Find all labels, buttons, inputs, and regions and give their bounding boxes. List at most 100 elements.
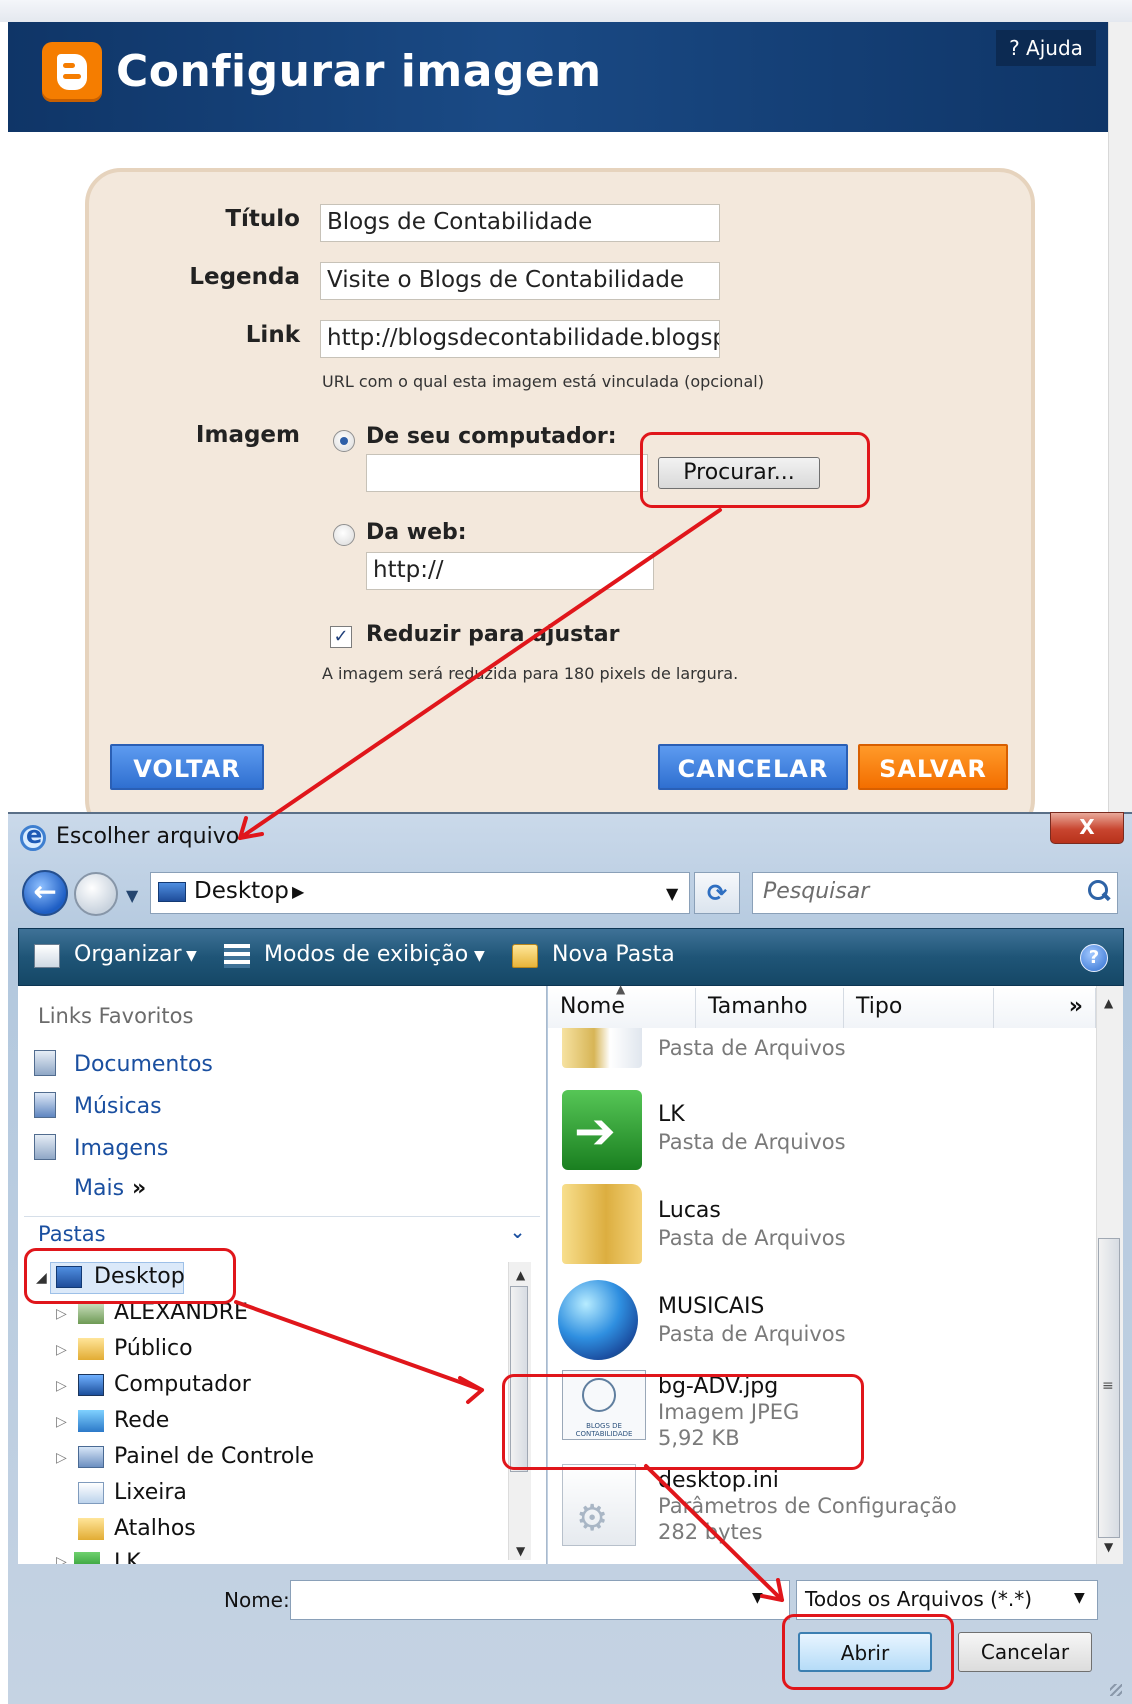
organize-menu[interactable]: Organizar — [74, 942, 182, 967]
annotation-box-desktop — [24, 1248, 236, 1304]
address-breadcrumb[interactable]: Desktop — [194, 878, 289, 904]
new-folder-icon — [512, 944, 538, 968]
views-menu[interactable]: Modos de exibição — [264, 942, 468, 967]
annotation-box-browse — [640, 432, 870, 508]
file-type: Pasta de Arquivos — [658, 1322, 846, 1346]
radio-from-web[interactable] — [333, 524, 355, 546]
double-chevron-icon[interactable]: » — [132, 1176, 146, 1201]
history-dropdown-icon[interactable]: ▼ — [126, 886, 138, 905]
option-web-label: Da web: — [366, 520, 467, 545]
pictures-icon — [34, 1134, 56, 1160]
arrow-right-icon: ➔ — [574, 1102, 616, 1160]
music-icon — [34, 1092, 56, 1118]
tree-expand-icon[interactable]: ▷ — [56, 1450, 67, 1466]
tree-expand-icon[interactable]: ▷ — [56, 1414, 67, 1430]
chevron-down-icon[interactable]: ⌄ — [510, 1222, 525, 1243]
save-button[interactable]: SALVAR — [858, 744, 1008, 790]
recycle-bin-icon — [78, 1482, 104, 1504]
gear-icon: ⚙ — [576, 1498, 609, 1539]
file-dialog-title: Escolher arquivo — [56, 824, 240, 849]
cancel-button[interactable]: CANCELAR — [658, 744, 848, 790]
help-link[interactable]: ? Ajuda — [996, 30, 1096, 66]
more-favorites-link[interactable]: Mais — [74, 1176, 124, 1201]
favorite-links-header: Links Favoritos — [38, 1004, 194, 1028]
folder-icon — [78, 1518, 104, 1540]
back-arrow-icon[interactable]: ← — [22, 870, 68, 916]
favorite-pictures[interactable]: Imagens — [74, 1136, 168, 1161]
folders-header[interactable]: Pastas — [38, 1222, 106, 1246]
link-input[interactable]: http://blogsdecontabilidade.blogspot. — [320, 320, 720, 358]
reduce-checkbox-label: Reduzir para ajustar — [366, 622, 620, 647]
tree-clip: ▷ LK — [18, 1548, 508, 1564]
annotation-box-open — [782, 1614, 954, 1690]
tree-item-lk[interactable]: LK — [114, 1550, 141, 1564]
close-button[interactable]: X — [1050, 812, 1124, 844]
tree-expand-icon[interactable]: ▷ — [56, 1378, 67, 1394]
file-path-input[interactable] — [366, 454, 648, 492]
tree-item-network[interactable]: Rede — [114, 1408, 169, 1433]
favorite-documents[interactable]: Documentos — [74, 1052, 213, 1077]
file-name[interactable]: Lucas — [658, 1198, 721, 1223]
column-header-type[interactable]: Tipo — [844, 988, 994, 1028]
desktop-icon — [158, 882, 186, 902]
reduce-checkbox[interactable]: ✓ — [330, 626, 352, 648]
user-folder-icon — [78, 1302, 104, 1324]
folder-icon — [78, 1338, 104, 1360]
dialog-title: Configurar imagem — [116, 46, 602, 97]
search-input[interactable]: Pesquisar — [752, 872, 1118, 914]
link-label: Link — [245, 322, 300, 348]
address-dropdown-icon[interactable]: ▼ — [666, 884, 678, 903]
title-input[interactable]: Blogs de Contabilidade — [320, 204, 720, 242]
column-header-size[interactable]: Tamanho — [696, 988, 844, 1028]
globe-icon — [558, 1280, 638, 1360]
chevron-down-icon[interactable]: ▼ — [474, 948, 485, 964]
pane-divider — [24, 1216, 540, 1217]
cancel-dialog-button[interactable]: Cancelar — [958, 1632, 1092, 1672]
browser-top-strip — [0, 0, 1132, 22]
radio-from-computer[interactable] — [333, 430, 355, 452]
filename-input[interactable] — [290, 1580, 790, 1620]
search-icon[interactable] — [1088, 880, 1108, 900]
resize-grip-icon[interactable] — [1110, 1684, 1122, 1696]
file-name[interactable]: desktop.ini — [658, 1468, 779, 1493]
tree-item-recycle-bin[interactable]: Lixeira — [114, 1480, 187, 1505]
option-computer-label: De seu computador: — [366, 424, 617, 449]
tree-expand-icon[interactable]: ▷ — [56, 1554, 67, 1564]
refresh-icon[interactable]: ⟳ — [694, 872, 740, 914]
help-icon[interactable]: ? — [1080, 944, 1108, 972]
caption-input[interactable]: Visite o Blogs de Contabilidade — [320, 262, 720, 300]
web-url-input[interactable]: http:// — [366, 552, 654, 590]
new-folder-button[interactable]: Nova Pasta — [552, 942, 675, 967]
file-name[interactable]: MUSICAIS — [658, 1294, 764, 1319]
filename-label: Nome: — [224, 1588, 290, 1612]
scroll-up-icon[interactable]: ▲ — [1104, 996, 1113, 1010]
tree-expand-icon[interactable]: ▷ — [56, 1306, 67, 1322]
scroll-down-icon[interactable]: ▼ — [516, 1544, 525, 1558]
image-label: Imagem — [195, 422, 300, 448]
chevron-down-icon[interactable]: ▼ — [1074, 1590, 1085, 1606]
tree-item-control-panel[interactable]: Painel de Controle — [114, 1444, 314, 1469]
lk-shortcut-icon — [74, 1552, 100, 1564]
chevron-down-icon[interactable]: ▼ — [186, 948, 197, 964]
scroll-grip-icon: ≡ — [1102, 1378, 1114, 1394]
file-type: Pasta de Arquivos — [658, 1036, 846, 1060]
documents-icon — [34, 1050, 56, 1076]
chevron-down-icon[interactable]: ▼ — [752, 1590, 763, 1606]
favorite-music[interactable]: Músicas — [74, 1094, 162, 1119]
forward-arrow-icon[interactable] — [74, 872, 118, 916]
tree-item-computer[interactable]: Computador — [114, 1372, 251, 1397]
tree-item-public[interactable]: Público — [114, 1336, 193, 1361]
scroll-down-icon[interactable]: ▼ — [1104, 1540, 1113, 1554]
tree-expand-icon[interactable]: ▷ — [56, 1342, 67, 1358]
tree-item-shortcuts[interactable]: Atalhos — [114, 1516, 196, 1541]
reduce-hint: A imagem será reduzida para 180 pixels d… — [322, 664, 739, 683]
back-button[interactable]: VOLTAR — [110, 744, 264, 790]
file-name[interactable]: LK — [658, 1102, 685, 1127]
chevron-right-icon[interactable]: ▶ — [292, 882, 304, 901]
folder-icon — [562, 1184, 642, 1264]
blogger-logo-icon — [42, 42, 102, 102]
title-label: Título — [225, 206, 300, 232]
more-columns-icon[interactable]: » — [994, 988, 1096, 1028]
scroll-up-icon[interactable]: ▲ — [516, 1268, 525, 1282]
page-scrollbar[interactable] — [1108, 22, 1132, 812]
